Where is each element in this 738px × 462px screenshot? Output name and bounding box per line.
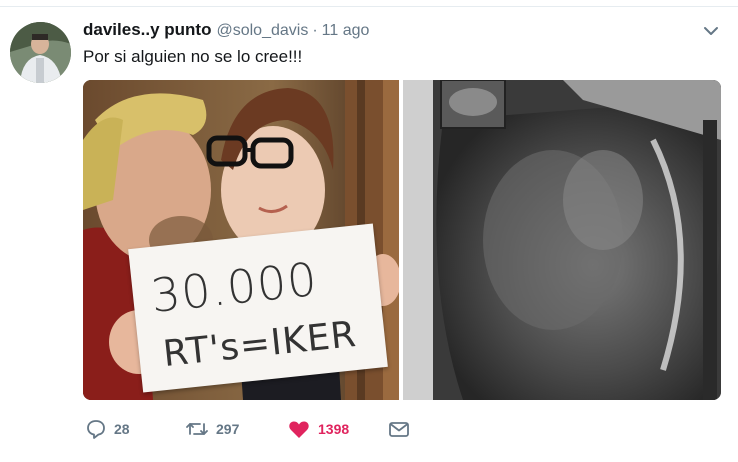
avatar[interactable]	[10, 22, 71, 83]
handwritten-sign: 30.000 RT's=IKER	[128, 223, 388, 393]
user-handle[interactable]: @solo_davis	[216, 22, 308, 40]
couple-photo[interactable]: 30.000 RT's=IKER	[83, 80, 401, 400]
retweet-icon	[186, 423, 208, 435]
tweet-header: daviles..y punto @solo_davis · 11 ago	[83, 20, 369, 42]
tweet-media[interactable]: 30.000 RT's=IKER	[83, 80, 721, 400]
reply-count: 28	[114, 421, 130, 437]
separator-dot: ·	[312, 22, 318, 39]
retweet-count: 297	[216, 421, 240, 437]
sign-text: RT's=IKER	[161, 313, 359, 376]
envelope-icon	[389, 422, 409, 437]
avatar-photo	[10, 22, 71, 83]
chevron-down-icon[interactable]	[702, 24, 720, 38]
like-button[interactable]: 1398	[288, 416, 349, 442]
divider	[0, 6, 738, 7]
direct-message-button[interactable]	[388, 416, 410, 442]
heart-icon	[289, 421, 309, 438]
sign-number: 30.000	[148, 251, 321, 323]
like-count: 1398	[318, 421, 350, 437]
reply-icon	[87, 420, 105, 439]
ultrasound-photo[interactable]	[403, 80, 721, 400]
timestamp[interactable]: 11 ago	[322, 22, 370, 40]
display-name[interactable]: daviles..y punto	[83, 20, 211, 40]
tweet-text: Por si alguien no se lo cree!!!	[83, 47, 303, 66]
retweet-button[interactable]: 297	[186, 416, 239, 442]
ultrasound-image	[403, 80, 721, 400]
reply-button[interactable]: 28	[86, 416, 130, 442]
